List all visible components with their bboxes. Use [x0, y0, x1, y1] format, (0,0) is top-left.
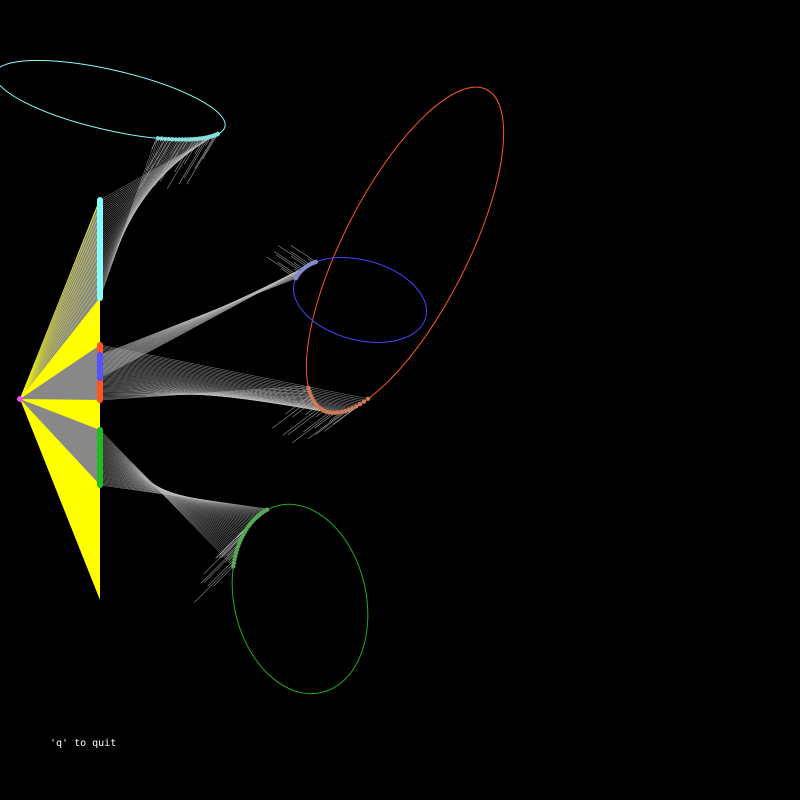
quit-hint: 'q' to quit — [50, 738, 117, 749]
sample-point-cyan — [155, 136, 161, 141]
sample-point-orange — [357, 401, 363, 407]
sample-point-orange — [307, 389, 312, 394]
scene-background — [0, 0, 800, 800]
sample-point-orange — [354, 404, 359, 409]
sample-point-orange — [306, 385, 311, 391]
eye-point — [17, 396, 23, 402]
sample-point-blue — [313, 259, 318, 265]
scene-canvas[interactable] — [0, 0, 800, 800]
sample-point-orange — [361, 399, 367, 404]
sample-point-orange — [365, 396, 371, 401]
sample-point-green — [264, 507, 270, 512]
